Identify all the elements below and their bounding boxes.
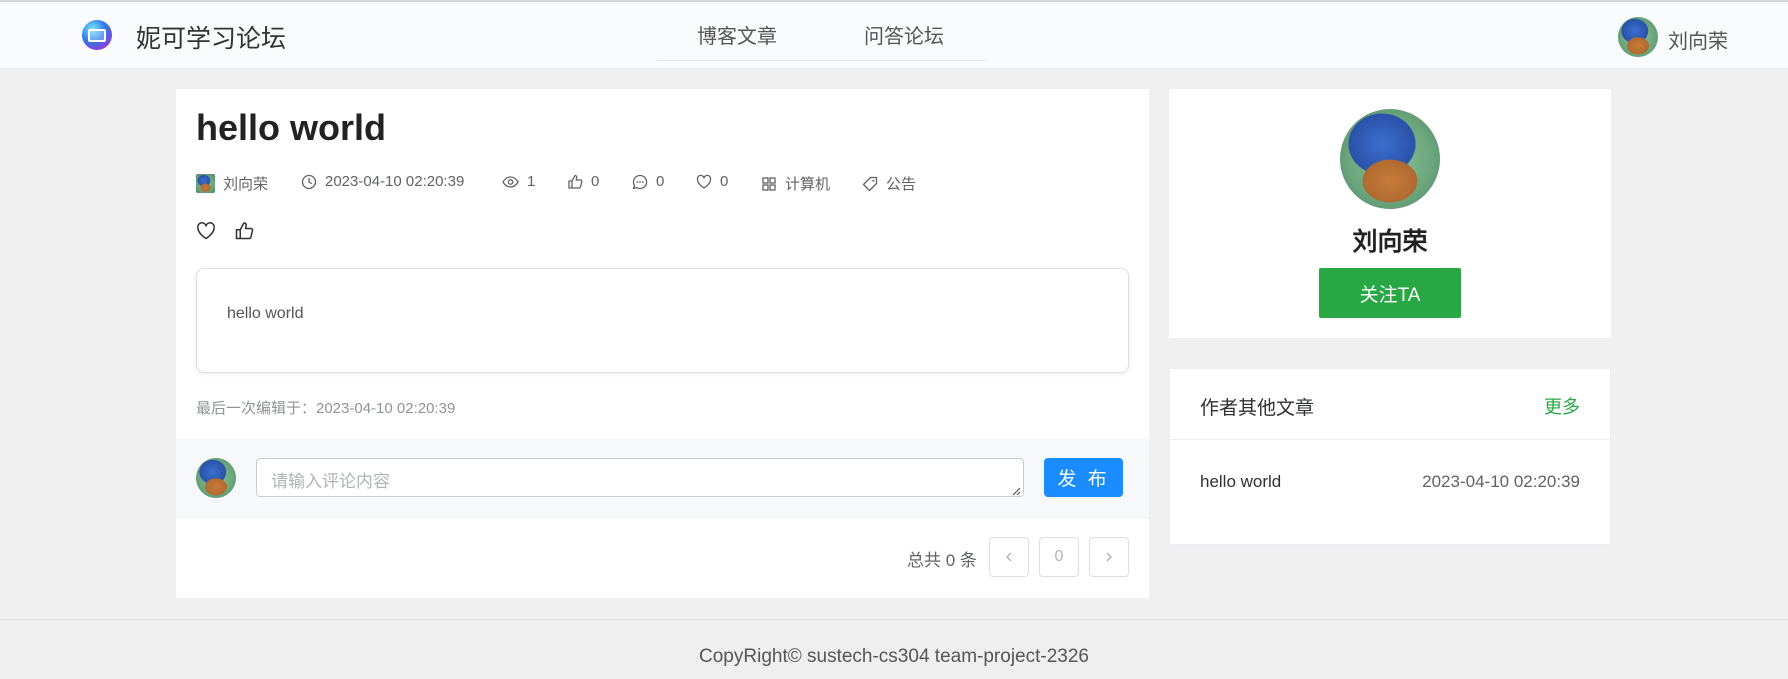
clock-icon xyxy=(301,174,317,189)
author-avatar[interactable] xyxy=(1340,109,1440,209)
meta-comments: 0 xyxy=(632,173,664,190)
resize-handle-icon[interactable] xyxy=(1011,486,1021,496)
meta-tag-label: 公告 xyxy=(886,176,917,193)
meta-datetime: 2023-04-10 02:20:39 xyxy=(301,173,464,190)
thumb-up-icon xyxy=(568,174,583,189)
last-edited-text: 最后一次编辑于：2023-04-10 02:20:39 xyxy=(196,400,456,417)
follow-button[interactable]: 关注TA xyxy=(1319,268,1461,318)
tag-icon xyxy=(862,176,878,191)
article-title: hello world xyxy=(196,107,387,148)
comment-icon xyxy=(632,174,648,189)
eye-icon xyxy=(502,175,519,188)
nav-item-blog[interactable]: 博客文章 xyxy=(697,20,777,49)
meta-likes-count: 0 xyxy=(591,173,600,190)
comment-pagination: 总共 0 条 0 xyxy=(176,537,1149,577)
meta-favorites: 0 xyxy=(696,173,728,190)
user-avatar[interactable] xyxy=(1618,17,1658,57)
other-articles-title: 作者其他文章 xyxy=(1200,398,1315,419)
page-number-button[interactable]: 0 xyxy=(1039,537,1079,577)
prev-page-button[interactable] xyxy=(989,537,1029,577)
favorite-heart-icon[interactable] xyxy=(196,221,216,241)
article-card: hello world 刘向荣 2023-04-10 02:20:39 1 0 … xyxy=(176,89,1149,598)
meta-category[interactable]: 计算机 xyxy=(761,173,830,194)
like-thumb-up-icon[interactable] xyxy=(234,221,254,241)
meta-comments-count: 0 xyxy=(656,173,665,190)
other-article-title[interactable]: hello world xyxy=(1200,472,1281,492)
main-nav: 博客文章 问答论坛 xyxy=(657,4,985,61)
user-name[interactable]: 刘向荣 xyxy=(1668,25,1728,54)
top-header: 妮可学习论坛 博客文章 问答论坛 刘向荣 xyxy=(0,0,1788,69)
meta-tag[interactable]: 公告 xyxy=(862,173,916,194)
meta-likes: 0 xyxy=(567,173,599,190)
other-articles-card: 作者其他文章 更多 hello world 2023-04-10 02:20:3… xyxy=(1169,368,1611,545)
author-card: 刘向荣 关注TA xyxy=(1169,89,1611,338)
copyright-text: CopyRight© sustech-cs304 team-project-23… xyxy=(699,646,1089,667)
next-page-button[interactable] xyxy=(1089,537,1129,577)
author-name: 刘向荣 xyxy=(1352,228,1428,256)
meta-category-label: 计算机 xyxy=(785,176,831,193)
other-articles-header: 作者其他文章 更多 xyxy=(1170,369,1610,440)
article-content: hello world xyxy=(227,305,304,322)
comment-input[interactable] xyxy=(256,458,1024,497)
nav-item-qa-forum[interactable]: 问答论坛 xyxy=(864,20,944,49)
commenter-avatar xyxy=(196,458,236,498)
meta-author-name: 刘向荣 xyxy=(223,176,269,193)
pagination-total: 总共 0 条 xyxy=(907,551,977,570)
meta-favorites-count: 0 xyxy=(720,173,729,190)
meta-views-count: 1 xyxy=(527,173,536,190)
article-content-box: hello world xyxy=(196,268,1129,373)
logo-screen-shape xyxy=(88,28,106,42)
forum-logo-icon[interactable] xyxy=(82,20,112,50)
footer: CopyRight© sustech-cs304 team-project-23… xyxy=(0,619,1788,679)
meta-views: 1 xyxy=(502,173,535,190)
list-item[interactable]: hello world 2023-04-10 02:20:39 xyxy=(1200,472,1580,496)
heart-icon xyxy=(696,174,712,189)
meta-datetime-text: 2023-04-10 02:20:39 xyxy=(325,173,465,190)
other-article-date: 2023-04-10 02:20:39 xyxy=(1422,472,1580,491)
chevron-left-icon xyxy=(1006,552,1012,562)
meta-author[interactable]: 刘向荣 xyxy=(196,173,268,194)
grid-icon xyxy=(762,176,776,191)
site-title[interactable]: 妮可学习论坛 xyxy=(136,19,286,55)
author-avatar-small xyxy=(196,174,215,193)
more-articles-link[interactable]: 更多 xyxy=(1544,393,1580,419)
chevron-right-icon xyxy=(1106,552,1112,562)
comment-bar: 发 布 xyxy=(176,439,1149,519)
publish-button[interactable]: 发 布 xyxy=(1044,458,1123,497)
